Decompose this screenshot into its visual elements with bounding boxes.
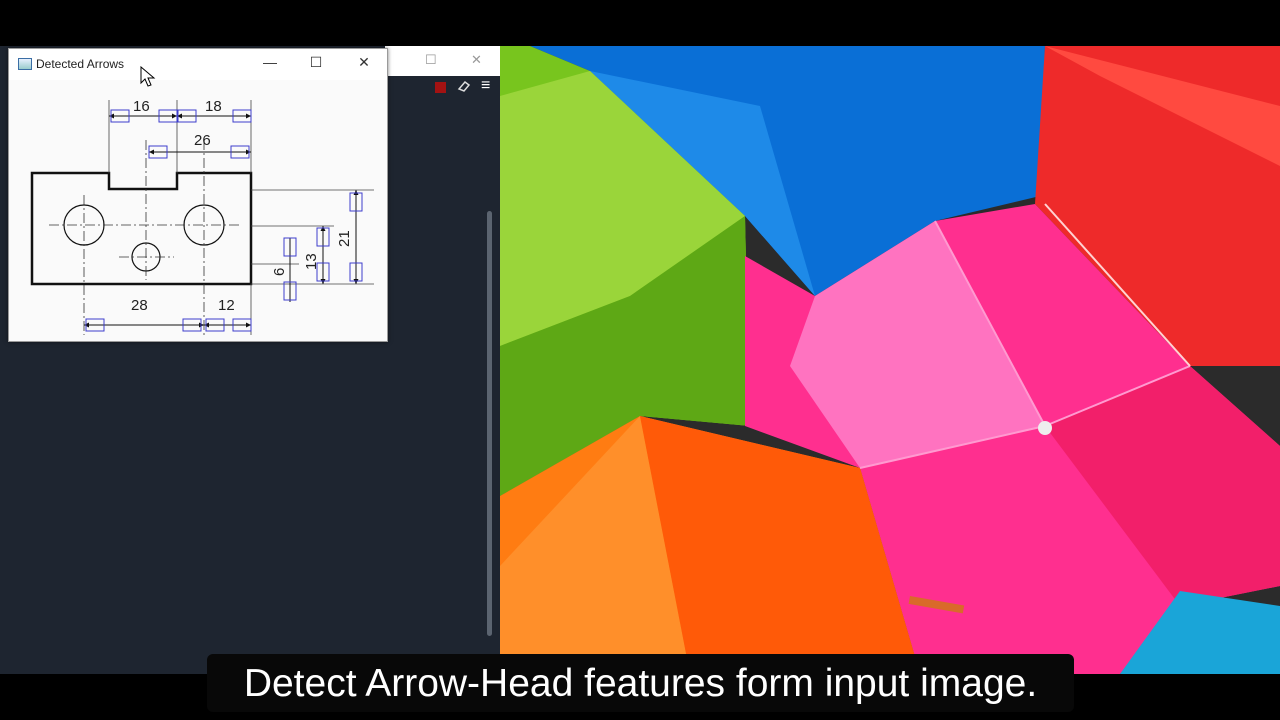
engineering-drawing-canvas: 16 18 26 21 13 6 28 12 <box>9 80 387 341</box>
detected-arrows-window: Detected Arrows — ☐ ✕ 16 18 26 21 13 6 2… <box>8 48 388 342</box>
dim-label-28: 28 <box>131 297 148 314</box>
dim-label-21: 21 <box>336 230 353 247</box>
dim-label-18: 18 <box>205 98 222 115</box>
maximize-button[interactable]: ☐ <box>301 54 331 71</box>
close-button[interactable]: ✕ <box>349 54 379 71</box>
window-title: Detected Arrows <box>36 57 125 71</box>
background-maximize-button[interactable]: ☐ <box>425 52 437 68</box>
screen-area: ☐ ✕ ≡ Detected Arrows — ☐ ✕ 16 18 26 21 … <box>0 46 1280 674</box>
dim-label-16: 16 <box>133 98 150 115</box>
dim-label-26: 26 <box>194 132 211 149</box>
window-titlebar[interactable]: Detected Arrows — ☐ ✕ <box>9 49 387 79</box>
background-app-toolbar: ≡ <box>385 76 500 98</box>
minimize-button[interactable]: — <box>255 54 285 70</box>
app-window-icon <box>18 58 32 70</box>
background-app-titlebar: ☐ ✕ <box>385 46 500 76</box>
stop-icon[interactable] <box>435 82 446 93</box>
mouse-cursor-icon <box>140 66 156 87</box>
letterbox-top <box>0 0 1280 46</box>
dim-label-6: 6 <box>271 268 288 276</box>
background-close-button[interactable]: ✕ <box>471 52 482 68</box>
scrollbar-thumb[interactable] <box>487 211 492 636</box>
dim-label-12: 12 <box>218 297 235 314</box>
eraser-icon[interactable] <box>457 79 471 96</box>
video-caption: Detect Arrow-Head features form input im… <box>243 662 1038 705</box>
umbrella-photo <box>500 46 1280 674</box>
dim-label-13: 13 <box>303 253 320 270</box>
menu-icon[interactable]: ≡ <box>481 77 490 95</box>
